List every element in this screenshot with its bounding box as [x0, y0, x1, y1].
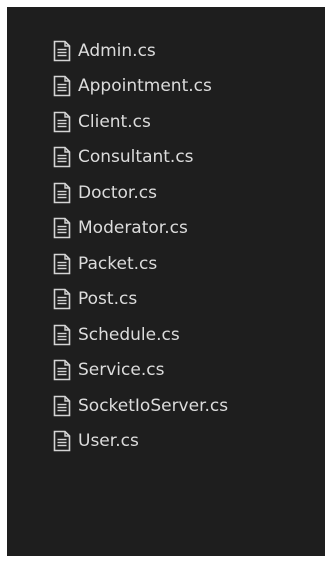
document-icon: [53, 217, 71, 239]
document-icon: [53, 75, 71, 97]
file-label: Doctor.cs: [78, 182, 157, 203]
file-list: Admin.cs Appointment.cs Client.cs Consul…: [52, 33, 228, 459]
file-item-schedule[interactable]: Schedule.cs: [52, 317, 228, 353]
document-icon: [53, 253, 71, 275]
file-item-packet[interactable]: Packet.cs: [52, 246, 228, 282]
document-icon: [53, 324, 71, 346]
file-label: Moderator.cs: [78, 218, 188, 239]
file-item-socketioserver[interactable]: SocketIoServer.cs: [52, 388, 228, 424]
file-item-doctor[interactable]: Doctor.cs: [52, 175, 228, 211]
file-label: Client.cs: [78, 111, 151, 132]
document-icon: [53, 359, 71, 381]
file-item-admin[interactable]: Admin.cs: [52, 33, 228, 69]
document-icon: [53, 146, 71, 168]
document-icon: [53, 430, 71, 452]
file-label: Post.cs: [78, 289, 138, 310]
file-label: SocketIoServer.cs: [78, 395, 229, 416]
file-item-moderator[interactable]: Moderator.cs: [52, 211, 228, 247]
file-label: User.cs: [78, 431, 139, 452]
file-item-user[interactable]: User.cs: [52, 424, 228, 460]
file-item-consultant[interactable]: Consultant.cs: [52, 140, 228, 176]
file-label: Schedule.cs: [78, 324, 180, 345]
file-label: Appointment.cs: [78, 76, 212, 97]
document-icon: [53, 288, 71, 310]
document-icon: [53, 182, 71, 204]
file-item-client[interactable]: Client.cs: [52, 104, 228, 140]
document-icon: [53, 395, 71, 417]
file-label: Admin.cs: [78, 40, 156, 61]
file-label: Service.cs: [78, 360, 165, 381]
document-icon: [53, 40, 71, 62]
document-icon: [53, 111, 71, 133]
file-item-service[interactable]: Service.cs: [52, 353, 228, 389]
file-item-appointment[interactable]: Appointment.cs: [52, 69, 228, 105]
file-item-post[interactable]: Post.cs: [52, 282, 228, 318]
file-label: Consultant.cs: [78, 147, 194, 168]
file-explorer-panel: Admin.cs Appointment.cs Client.cs Consul…: [7, 7, 325, 556]
file-label: Packet.cs: [78, 253, 158, 274]
